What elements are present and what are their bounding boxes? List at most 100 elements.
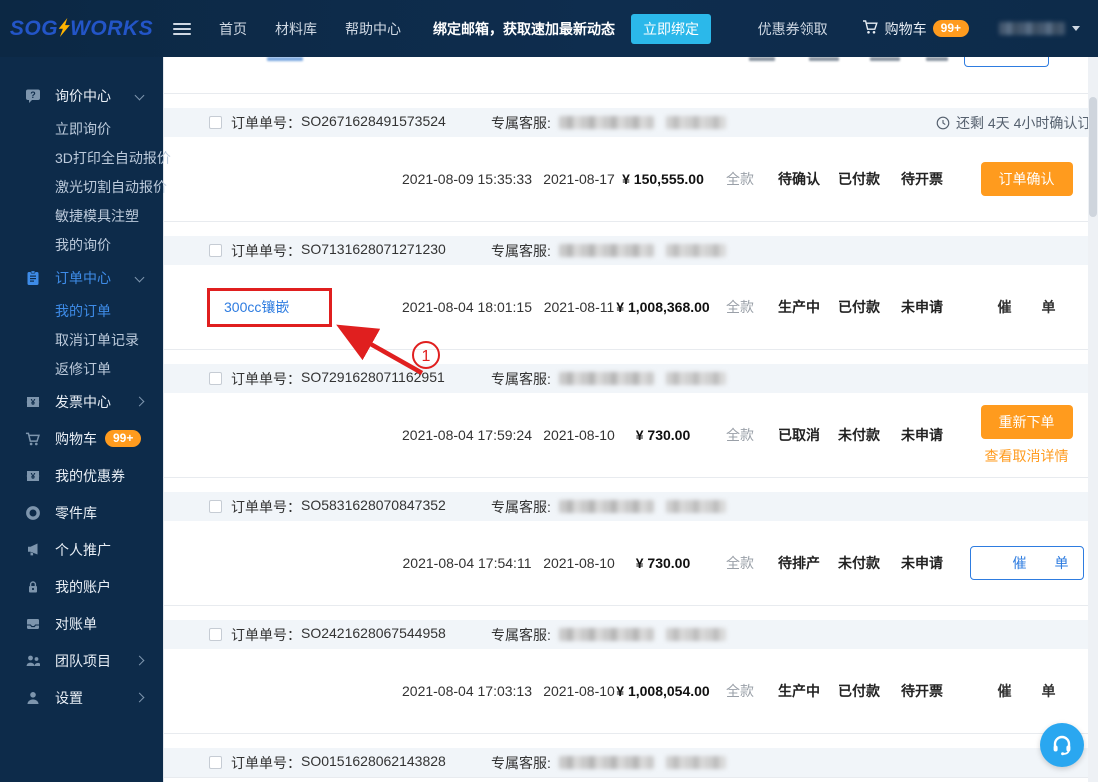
scrollbar-track[interactable] [1088, 57, 1098, 782]
order-status: 生产中 [778, 683, 820, 699]
bind-now-button[interactable]: 立即绑定 [631, 13, 711, 44]
scrollbar-thumb[interactable] [1089, 97, 1097, 217]
order-body: 2021-08-09 15:35:33 2021-08-17 ¥ 150,555… [164, 137, 1098, 221]
logo-text-right: WORKS [70, 16, 154, 40]
order-checkbox[interactable] [209, 756, 222, 769]
sidebar-item-laser-cut-quote[interactable]: 激光切割自动报价 [0, 172, 167, 201]
clipped-status-sliver [749, 57, 775, 61]
countdown-text: 还剩 4天 4小时确认订 [956, 114, 1092, 131]
sidebar-item-personal-promotion[interactable]: 个人推广 [0, 531, 163, 568]
urge-order-link[interactable]: 催单 [998, 681, 1086, 701]
view-cancel-details-link[interactable]: 查看取消详情 [985, 446, 1069, 466]
sidebar-item-parts-library[interactable]: 零件库 [0, 494, 163, 531]
sidebar-item-my-inquiries[interactable]: 我的询价 [0, 230, 163, 259]
hamburger-menu-icon[interactable] [173, 20, 191, 38]
svg-text:¥: ¥ [31, 397, 36, 407]
cs-name-redacted [558, 372, 654, 385]
sidebar-item-label: 个人推广 [55, 541, 111, 558]
cs-phone-redacted [665, 500, 726, 513]
sidebar-item-label: 订单中心 [55, 269, 111, 286]
sidebar-item-my-account[interactable]: 我的账户 [0, 568, 163, 605]
reorder-button[interactable]: 重新下单 [980, 404, 1073, 439]
nav-cart[interactable]: 购物车 99+ [862, 19, 969, 39]
order-checkbox[interactable] [209, 116, 222, 129]
sidebar-item-settings[interactable]: 设置 [0, 679, 163, 716]
cs-name-redacted [558, 116, 654, 129]
order-checkbox[interactable] [209, 372, 222, 385]
order-card: 订单单号： SO5831628070847352 专属客服: 2021-08-0… [164, 492, 1098, 606]
order-header: 订单单号： SO7131628071271230 专属客服: [164, 236, 1098, 265]
chevron-right-icon [134, 692, 145, 703]
clipped-order-row [164, 57, 1098, 94]
sidebar-item-inquire-now[interactable]: 立即询价 [0, 114, 163, 143]
sidebar-item-cancelled-orders[interactable]: 取消订单记录 [0, 325, 163, 354]
sidebar-item-cart[interactable]: 购物车 99+ [0, 420, 163, 457]
order-header: 订单单号： SO0151628062143828 专属客服: [164, 748, 1098, 777]
order-card: 订单单号： SO0151628062143828 专属客服: [164, 748, 1098, 778]
chevron-down-icon [134, 90, 145, 101]
sidebar-item-my-coupons[interactable]: ¥ 我的优惠券 [0, 457, 163, 494]
order-card: 订单单号： SO7291628071162951 专属客服: 2021-08-0… [164, 364, 1098, 478]
invoice-status: 待开票 [901, 683, 943, 699]
clipped-link-sliver [267, 57, 303, 61]
sidebar-item-repair-orders[interactable]: 返修订单 [0, 354, 163, 383]
clipboard-icon [25, 270, 41, 286]
order-checkbox[interactable] [209, 500, 222, 513]
urge-order-button-label: 催单 [1012, 555, 1097, 571]
order-no-label: 订单单号： [231, 498, 301, 515]
order-list-panel: 订单单号： SO2671628491573524 专属客服: 还剩 4天 4小时… [163, 57, 1098, 782]
cs-phone-redacted [665, 628, 726, 641]
bind-email-notice: 绑定邮箱，获取速加最新动态 [433, 20, 615, 37]
sidebar-item-3d-print-quote[interactable]: 3D打印全自动报价 [0, 143, 171, 172]
sidebar-item-label: 设置 [55, 689, 83, 706]
invoice-icon: ¥ [25, 394, 41, 410]
sidebar-item-inquiry-center[interactable]: ? 询价中心 [0, 77, 163, 114]
cs-phone-redacted [665, 756, 726, 769]
invoice-status: 未申请 [901, 427, 943, 443]
cart-icon [862, 19, 879, 38]
chevron-down-icon [134, 272, 145, 283]
top-navbar: SOG WORKS 首页 材料库 帮助中心 绑定邮箱，获取速加最新动态 立即绑定… [0, 0, 1098, 57]
clipped-status-sliver [809, 57, 839, 61]
order-checkbox[interactable] [209, 628, 222, 641]
sidebar-item-invoice-center[interactable]: ¥ 发票中心 [0, 383, 163, 420]
sidebar-item-team-projects[interactable]: 团队项目 [0, 642, 163, 679]
user-account-menu[interactable] [999, 22, 1080, 35]
order-amount: ¥ 730.00 [635, 555, 691, 571]
due-date: 2021-08-10 [543, 683, 615, 699]
product-link-300cc[interactable]: 300cc镶嵌 [224, 299, 289, 315]
confirm-order-button[interactable]: 订单确认 [980, 162, 1073, 196]
nav-help-center[interactable]: 帮助中心 [345, 19, 401, 39]
pay-type: 全款 [726, 427, 754, 443]
order-datetime: 2021-08-09 15:35:33 [402, 171, 532, 187]
cs-label: 专属客服: [491, 498, 551, 515]
nav-home[interactable]: 首页 [219, 19, 247, 39]
order-no-label: 订单单号： [231, 626, 301, 643]
pay-status: 已付款 [838, 171, 880, 187]
order-body: 2021-08-04 17:54:11 2021-08-10 ¥ 730.00 … [164, 521, 1098, 605]
sidebar-item-statement[interactable]: 对账单 [0, 605, 163, 642]
sidebar-item-label: 团队项目 [55, 652, 111, 669]
order-amount: ¥ 1,008,054.00 [616, 683, 710, 699]
customer-service-chat-button[interactable] [1040, 723, 1084, 767]
cs-name-redacted [558, 244, 654, 257]
sidebar-item-agile-mold[interactable]: 敏捷模具注塑 [0, 201, 163, 230]
urge-order-button[interactable]: 催单 [969, 546, 1084, 580]
sidebar-item-my-orders[interactable]: 我的订单 [0, 296, 163, 325]
urge-order-link[interactable]: 催单 [998, 297, 1086, 317]
cart-icon [25, 431, 41, 447]
clipped-outline-button[interactable] [964, 57, 1049, 67]
sidebar-item-order-center[interactable]: 订单中心 [0, 259, 163, 296]
clipped-status-sliver [870, 57, 900, 61]
sogaworks-logo[interactable]: SOG WORKS [0, 17, 163, 41]
svg-text:¥: ¥ [31, 471, 36, 481]
order-body: 300cc镶嵌 2021-08-04 18:01:15 2021-08-11 ¥… [164, 265, 1098, 349]
chevron-down-icon [1072, 26, 1080, 31]
coupon-claim-link[interactable]: 优惠券领取 [758, 19, 828, 39]
order-checkbox[interactable] [209, 244, 222, 257]
sidebar-item-label: 发票中心 [55, 393, 111, 410]
username-redacted [999, 22, 1065, 35]
nav-materials[interactable]: 材料库 [275, 19, 317, 39]
clipped-status-sliver [926, 57, 948, 61]
order-datetime: 2021-08-04 17:59:24 [402, 427, 532, 443]
